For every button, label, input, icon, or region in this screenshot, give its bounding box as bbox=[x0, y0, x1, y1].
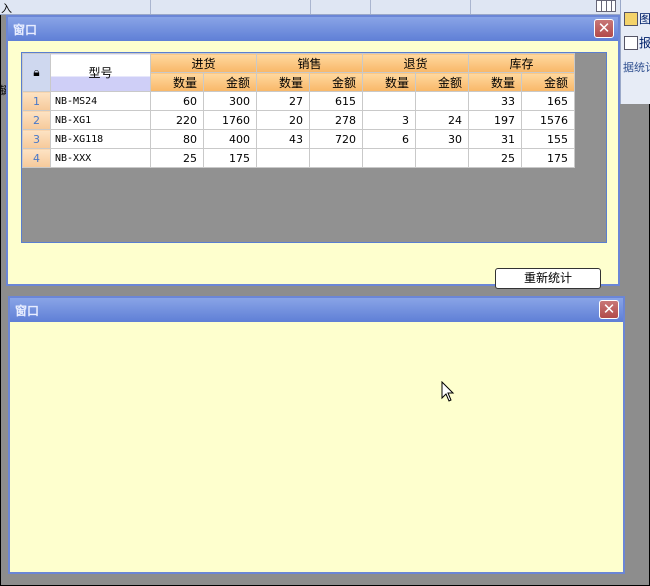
window-empty: 窗口 ✕ bbox=[8, 296, 625, 574]
table-cell[interactable] bbox=[362, 148, 416, 168]
table-cell[interactable]: 220 bbox=[150, 110, 204, 130]
recalculate-button[interactable]: 重新统计 bbox=[495, 268, 601, 289]
bg-divider bbox=[150, 0, 151, 14]
right-panel-item[interactable]: 报 bbox=[639, 34, 650, 51]
table-cell[interactable]: 43 bbox=[256, 129, 310, 149]
table-cell[interactable]: 278 bbox=[309, 110, 363, 130]
close-button[interactable]: ✕ bbox=[599, 300, 619, 319]
model-cell[interactable]: NB-XXX bbox=[50, 148, 151, 168]
window-title: 窗口 bbox=[15, 304, 40, 318]
table-cell[interactable]: 6 bbox=[362, 129, 416, 149]
column-header-model[interactable]: 型号 bbox=[50, 53, 151, 92]
table-cell[interactable]: 25 bbox=[150, 148, 204, 168]
group-header-stock: 库存 bbox=[468, 53, 575, 73]
table-cell[interactable]: 30 bbox=[415, 129, 469, 149]
row-number[interactable]: 2 bbox=[22, 110, 51, 130]
table-cell[interactable]: 60 bbox=[150, 91, 204, 111]
close-icon: ✕ bbox=[602, 300, 616, 318]
table-row[interactable]: 1 NB-MS24 60 300 27 615 33 165 bbox=[22, 91, 575, 111]
window-title-bar[interactable]: 窗口 ✕ bbox=[8, 17, 618, 41]
window-title-bar[interactable]: 窗口 ✕ bbox=[10, 298, 623, 322]
column-header-amount[interactable]: 金额 bbox=[415, 72, 469, 92]
table-cell[interactable]: 31 bbox=[468, 129, 522, 149]
right-panel-item[interactable]: 图 bbox=[639, 10, 650, 27]
row-number[interactable]: 3 bbox=[22, 129, 51, 149]
model-cell[interactable]: NB-MS24 bbox=[50, 91, 151, 111]
table-cell[interactable] bbox=[309, 148, 363, 168]
table-cell[interactable]: 33 bbox=[468, 91, 522, 111]
group-header-returns: 退货 bbox=[362, 53, 469, 73]
table-cell[interactable]: 24 bbox=[415, 110, 469, 130]
column-header-quantity[interactable]: 数量 bbox=[256, 72, 310, 92]
table-row[interactable]: 4 NB-XXX 25 175 25 175 bbox=[22, 148, 575, 168]
row-number[interactable]: 1 bbox=[22, 91, 51, 111]
grid-icon bbox=[596, 0, 616, 12]
group-header-purchase: 进货 bbox=[150, 53, 257, 73]
right-panel-hint: 据统计 bbox=[623, 61, 650, 74]
table-cell[interactable]: 155 bbox=[521, 129, 575, 149]
group-header-sales: 销售 bbox=[256, 53, 363, 73]
table-cell[interactable]: 197 bbox=[468, 110, 522, 130]
table-cell[interactable]: 80 bbox=[150, 129, 204, 149]
row-number[interactable]: 4 bbox=[22, 148, 51, 168]
table-cell[interactable]: 25 bbox=[468, 148, 522, 168]
model-cell[interactable]: NB-XG118 bbox=[50, 129, 151, 149]
table-cell[interactable]: 615 bbox=[309, 91, 363, 111]
table-cell[interactable]: 175 bbox=[521, 148, 575, 168]
table-cell[interactable] bbox=[415, 148, 469, 168]
column-header-amount[interactable]: 金额 bbox=[309, 72, 363, 92]
window-statistics: 窗口 ✕ 🔒︎ 型号 进货 销售 退货 库存 数量 金额 数量 金额 数量 金额… bbox=[6, 15, 620, 289]
report-icon bbox=[624, 36, 638, 50]
bg-divider bbox=[470, 0, 471, 14]
table-cell[interactable]: 27 bbox=[256, 91, 310, 111]
table-cell[interactable] bbox=[362, 91, 416, 111]
table-cell[interactable]: 165 bbox=[521, 91, 575, 111]
table-cell[interactable]: 175 bbox=[203, 148, 257, 168]
mouse-cursor-icon bbox=[441, 381, 455, 402]
stock-table: 🔒︎ 型号 进货 销售 退货 库存 数量 金额 数量 金额 数量 金额 数量 金… bbox=[22, 53, 575, 168]
column-header-amount[interactable]: 金额 bbox=[203, 72, 257, 92]
table-cell[interactable] bbox=[415, 91, 469, 111]
column-header-quantity[interactable]: 数量 bbox=[150, 72, 204, 92]
column-header-amount[interactable]: 金额 bbox=[521, 72, 575, 92]
background-app-bar: 入 bbox=[0, 0, 650, 15]
column-header-quantity[interactable]: 数量 bbox=[468, 72, 522, 92]
chart-icon bbox=[624, 12, 638, 26]
data-grid: 🔒︎ 型号 进货 销售 退货 库存 数量 金额 数量 金额 数量 金额 数量 金… bbox=[21, 52, 607, 243]
table-cell[interactable]: 3 bbox=[362, 110, 416, 130]
background-right-panel: 图 报 据统计 bbox=[620, 0, 650, 104]
bg-divider bbox=[310, 0, 311, 14]
lock-icon[interactable]: 🔒︎ bbox=[22, 53, 51, 92]
window-title: 窗口 bbox=[13, 23, 38, 37]
table-cell[interactable]: 1576 bbox=[521, 110, 575, 130]
table-cell[interactable]: 20 bbox=[256, 110, 310, 130]
bg-divider bbox=[370, 0, 371, 14]
background-fragment: 入 bbox=[1, 2, 12, 15]
table-cell[interactable]: 300 bbox=[203, 91, 257, 111]
table-row[interactable]: 3 NB-XG118 80 400 43 720 6 30 31 155 bbox=[22, 129, 575, 149]
column-header-quantity[interactable]: 数量 bbox=[362, 72, 416, 92]
model-cell[interactable]: NB-XG1 bbox=[50, 110, 151, 130]
table-row[interactable]: 2 NB-XG1 220 1760 20 278 3 24 197 1576 bbox=[22, 110, 575, 130]
table-cell[interactable]: 1760 bbox=[203, 110, 257, 130]
close-button[interactable]: ✕ bbox=[594, 19, 614, 38]
close-icon: ✕ bbox=[597, 19, 611, 37]
table-cell[interactable] bbox=[256, 148, 310, 168]
table-cell[interactable]: 720 bbox=[309, 129, 363, 149]
table-cell[interactable]: 400 bbox=[203, 129, 257, 149]
